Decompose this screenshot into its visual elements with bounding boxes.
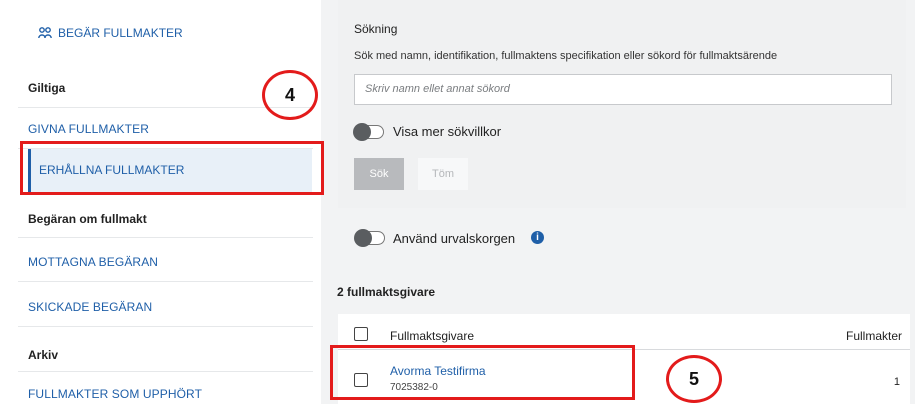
sidebar-item-expired[interactable]: FULLMAKTER SOM UPPHÖRT — [18, 372, 313, 404]
people-icon — [38, 27, 52, 39]
select-all-checkbox[interactable] — [354, 327, 368, 341]
search-input[interactable]: Skriv namn ellet annat sökord — [354, 74, 892, 105]
section-archive: Arkiv — [18, 327, 313, 372]
section-valid-heading: Giltiga — [28, 81, 66, 95]
request-link-label: BEGÄR FULLMAKTER — [58, 26, 183, 40]
annotation-circle-5: 5 — [666, 355, 722, 403]
sidebar: BEGÄR FULLMAKTER Giltiga GIVNA FULLMAKTE… — [0, 0, 321, 404]
selection-basket-toggle[interactable] — [354, 229, 385, 247]
search-input-placeholder: Skriv namn ellet annat sökord — [365, 83, 510, 95]
more-criteria-toggle[interactable] — [353, 123, 384, 141]
search-panel: Sökning Sök med namn, identifikation, fu… — [338, 0, 906, 208]
column-header-name: Fullmaktsgivare — [390, 329, 475, 343]
sidebar-item-sent-requests[interactable]: SKICKADE BEGÄRAN — [18, 282, 313, 327]
annotation-circle-4: 4 — [262, 70, 318, 120]
row-count: 1 — [893, 376, 900, 388]
info-icon[interactable]: i — [531, 231, 544, 244]
section-requests: Begäran om fullmakt — [18, 198, 313, 238]
section-archive-heading: Arkiv — [28, 348, 59, 362]
sidebar-item-expired-label: FULLMAKTER SOM UPPHÖRT — [28, 387, 203, 401]
results-count: 2 fullmaktsgivare — [337, 285, 436, 299]
selection-basket-label: Använd urvalskorgen — [393, 231, 516, 246]
search-button[interactable]: Sök — [354, 158, 404, 190]
column-header-count: Fullmakter — [845, 329, 902, 343]
request-authorization-link[interactable]: BEGÄR FULLMAKTER — [38, 26, 183, 40]
clear-button[interactable]: Töm — [418, 158, 468, 190]
sidebar-item-received-requests-label: MOTTAGNA BEGÄRAN — [28, 255, 159, 269]
more-criteria-label: Visa mer sökvillkor — [393, 124, 502, 139]
search-title: Sökning — [354, 22, 398, 36]
sidebar-item-given-label: GIVNA FULLMAKTER — [28, 122, 149, 136]
sidebar-item-received-requests[interactable]: MOTTAGNA BEGÄRAN — [18, 238, 313, 282]
sidebar-item-sent-requests-label: SKICKADE BEGÄRAN — [28, 300, 153, 314]
search-description: Sök med namn, identifikation, fullmakten… — [354, 50, 778, 62]
section-requests-heading: Begäran om fullmakt — [28, 212, 147, 226]
annotation-box-4 — [20, 141, 324, 195]
annotation-box-5 — [330, 345, 635, 400]
